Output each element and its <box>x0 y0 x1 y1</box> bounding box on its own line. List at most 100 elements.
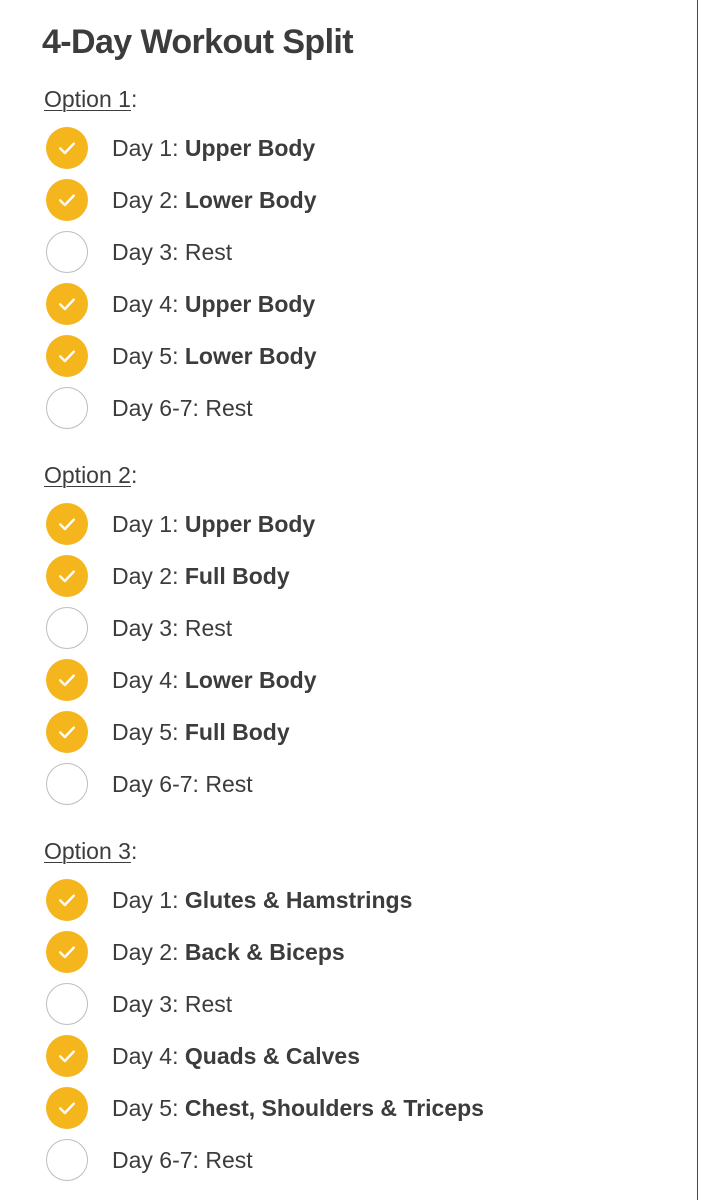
day-focus: Lower Body <box>184 343 317 369</box>
day-row[interactable]: Day 3: Rest <box>42 602 687 654</box>
checkbox-checked[interactable] <box>46 1035 88 1077</box>
day-row[interactable]: Day 5: Chest, Shoulders & Triceps <box>42 1082 687 1134</box>
workout-split-page: 4-Day Workout Split Option 1: Day 1: Uppe… <box>0 0 702 1200</box>
checkbox-checked[interactable] <box>46 283 88 325</box>
day-label: Day 1: Upper Body <box>112 509 315 539</box>
day-prefix: Day 5: <box>112 719 185 745</box>
checkbox-checked[interactable] <box>46 335 88 377</box>
day-focus: Upper Body <box>184 291 316 317</box>
day-label: Day 6-7: Rest <box>112 769 253 799</box>
checkbox-checked[interactable] <box>46 179 88 221</box>
option-header-label: Option 3 <box>44 838 131 864</box>
day-row[interactable]: Day 6-7: Rest <box>42 382 687 434</box>
check-icon <box>59 726 75 739</box>
content-area: 4-Day Workout Split Option 1: Day 1: Uppe… <box>0 0 697 1200</box>
option-group-list: Option 1: Day 1: Upper Body Day 2: Lower B… <box>42 84 687 1186</box>
day-prefix: Day 1: <box>112 887 185 913</box>
day-row[interactable]: Day 5: Full Body <box>42 706 687 758</box>
day-label: Day 5: Chest, Shoulders & Triceps <box>112 1093 484 1123</box>
option-header-colon: : <box>130 86 138 112</box>
day-focus: Lower Body <box>184 667 317 693</box>
check-icon <box>59 298 75 311</box>
day-prefix: Day 6-7: <box>112 771 206 797</box>
day-label: Day 5: Full Body <box>112 717 290 747</box>
day-row[interactable]: Day 2: Full Body <box>42 550 687 602</box>
day-row[interactable]: Day 4: Quads & Calves <box>42 1030 687 1082</box>
checkbox-unchecked[interactable] <box>46 763 88 805</box>
day-label: Day 1: Glutes & Hamstrings <box>112 885 412 915</box>
checkbox-checked[interactable] <box>46 659 88 701</box>
option-header-label: Option 2 <box>44 462 131 488</box>
day-prefix: Day 4: <box>112 1043 185 1069</box>
day-focus: Quads & Calves <box>184 1043 361 1069</box>
day-focus: Rest <box>205 395 253 421</box>
day-focus: Rest <box>184 615 233 641</box>
check-icon <box>59 194 75 207</box>
day-focus: Lower Body <box>184 187 317 213</box>
day-prefix: Day 1: <box>112 511 185 537</box>
day-prefix: Day 4: <box>112 667 185 693</box>
day-prefix: Day 3: <box>112 615 185 641</box>
day-row[interactable]: Day 1: Upper Body <box>42 122 687 174</box>
day-row[interactable]: Day 2: Back & Biceps <box>42 926 687 978</box>
day-row[interactable]: Day 6-7: Rest <box>42 1134 687 1186</box>
day-list: Day 1: Glutes & Hamstrings Day 2: Back & … <box>42 874 687 1186</box>
day-label: Day 2: Lower Body <box>112 185 317 215</box>
day-row[interactable]: Day 5: Lower Body <box>42 330 687 382</box>
day-focus: Rest <box>205 771 253 797</box>
day-label: Day 4: Quads & Calves <box>112 1041 360 1071</box>
check-icon <box>59 1102 75 1115</box>
option-group: Option 1: Day 1: Upper Body Day 2: Lower B… <box>42 84 687 434</box>
day-row[interactable]: Day 1: Glutes & Hamstrings <box>42 874 687 926</box>
day-row[interactable]: Day 3: Rest <box>42 978 687 1030</box>
day-prefix: Day 5: <box>112 1095 185 1121</box>
day-focus: Upper Body <box>184 511 316 537</box>
day-list: Day 1: Upper Body Day 2: Full Body Day 3: … <box>42 498 687 810</box>
checkbox-unchecked[interactable] <box>46 983 88 1025</box>
checkbox-unchecked[interactable] <box>46 387 88 429</box>
check-icon <box>59 946 75 959</box>
day-row[interactable]: Day 3: Rest <box>42 226 687 278</box>
day-focus: Rest <box>184 991 233 1017</box>
checkbox-checked[interactable] <box>46 555 88 597</box>
day-row[interactable]: Day 2: Lower Body <box>42 174 687 226</box>
day-row[interactable]: Day 6-7: Rest <box>42 758 687 810</box>
check-icon <box>59 674 75 687</box>
option-header-label: Option 1 <box>44 86 131 112</box>
page-title: 4-Day Workout Split <box>42 23 354 61</box>
day-label: Day 2: Full Body <box>112 561 290 591</box>
day-focus: Glutes & Hamstrings <box>184 887 413 913</box>
option-header: Option 3: <box>44 836 687 866</box>
day-label: Day 4: Upper Body <box>112 289 315 319</box>
checkbox-checked[interactable] <box>46 711 88 753</box>
day-prefix: Day 3: <box>112 991 185 1017</box>
option-header-colon: : <box>130 462 138 488</box>
checkbox-checked[interactable] <box>46 503 88 545</box>
day-prefix: Day 1: <box>112 135 185 161</box>
day-label: Day 5: Lower Body <box>112 341 317 371</box>
day-row[interactable]: Day 4: Lower Body <box>42 654 687 706</box>
checkbox-checked[interactable] <box>46 931 88 973</box>
option-header: Option 2: <box>44 460 687 490</box>
option-header-colon: : <box>130 838 138 864</box>
checkbox-unchecked[interactable] <box>46 231 88 273</box>
day-label: Day 2: Back & Biceps <box>112 937 345 967</box>
checkbox-checked[interactable] <box>46 1087 88 1129</box>
day-focus: Rest <box>184 239 233 265</box>
option-group: Option 3: Day 1: Glutes & Hamstrings Day 2… <box>42 836 687 1186</box>
checkbox-unchecked[interactable] <box>46 1139 88 1181</box>
day-prefix: Day 2: <box>112 187 185 213</box>
checkbox-checked[interactable] <box>46 127 88 169</box>
day-focus: Full Body <box>184 719 290 745</box>
day-focus: Back & Biceps <box>184 939 345 965</box>
day-label: Day 3: Rest <box>112 613 232 643</box>
checkbox-checked[interactable] <box>46 879 88 921</box>
day-prefix: Day 6-7: <box>112 395 206 421</box>
check-icon <box>59 518 75 531</box>
day-row[interactable]: Day 1: Upper Body <box>42 498 687 550</box>
check-icon <box>59 570 75 583</box>
day-focus: Chest, Shoulders & Triceps <box>184 1095 484 1121</box>
checkbox-unchecked[interactable] <box>46 607 88 649</box>
day-row[interactable]: Day 4: Upper Body <box>42 278 687 330</box>
day-label: Day 3: Rest <box>112 989 232 1019</box>
